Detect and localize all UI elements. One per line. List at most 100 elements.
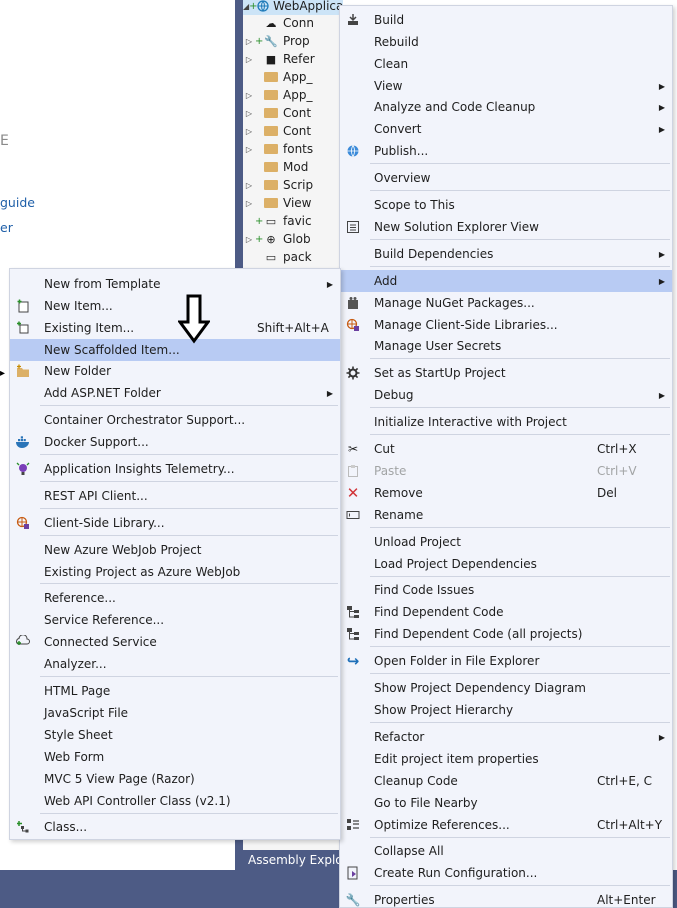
- menu-item-add[interactable]: Add ▶: [340, 270, 672, 292]
- menu-separator: [40, 454, 338, 455]
- menu-item-project-hierarchy[interactable]: Show Project Hierarchy: [340, 699, 672, 721]
- menu-item-rebuild[interactable]: Rebuild: [340, 31, 672, 53]
- menu-item-add-aspnet-folder[interactable]: Add ASP.NET Folder ▶: [10, 382, 340, 404]
- globe-icon: [344, 142, 362, 160]
- menu-item-rest-api-client[interactable]: REST API Client...: [10, 485, 340, 507]
- menu-item-initialize-interactive[interactable]: Initialize Interactive with Project: [340, 411, 672, 433]
- se-row-folder[interactable]: ▷ fonts: [243, 140, 343, 158]
- folder-icon: [263, 70, 279, 84]
- menu-item-view[interactable]: View ▶: [340, 75, 672, 97]
- menu-item-new-solution-explorer-view[interactable]: New Solution Explorer View: [340, 216, 672, 238]
- menu-item-style-sheet[interactable]: Style Sheet: [10, 724, 340, 746]
- menu-item-paste[interactable]: Paste Ctrl+V: [340, 460, 672, 482]
- se-row-folder[interactable]: ▷ View: [243, 194, 343, 212]
- menu-item-build-dependencies[interactable]: Build Dependencies ▶: [340, 243, 672, 265]
- menu-item-find-dependent-code[interactable]: Find Dependent Code: [340, 601, 672, 623]
- menu-item-publish[interactable]: Publish...: [340, 140, 672, 162]
- submenu-arrow-icon: ▶: [658, 81, 665, 91]
- se-row-label: favic: [283, 214, 312, 228]
- menu-item-build[interactable]: Build: [340, 9, 672, 31]
- se-row-project[interactable]: ◢+ WebApplication1: [243, 0, 343, 15]
- menu-item-manage-client-libraries[interactable]: Manage Client-Side Libraries...: [340, 314, 672, 336]
- build-icon: [344, 11, 362, 29]
- se-row-folder[interactable]: Mod: [243, 158, 343, 176]
- menu-item-client-side-library[interactable]: Client-Side Library...: [10, 512, 340, 534]
- se-row-folder[interactable]: ▷ App_: [243, 86, 343, 104]
- doc-link-er[interactable]: er: [0, 220, 13, 235]
- menu-item-manage-nuget[interactable]: Manage NuGet Packages...: [340, 292, 672, 314]
- menu-item-collapse-all[interactable]: Collapse All: [340, 840, 672, 862]
- menu-item-web-form[interactable]: Web Form: [10, 746, 340, 768]
- menu-item-convert[interactable]: Convert ▶: [340, 118, 672, 140]
- menu-item-cleanup-code[interactable]: Cleanup Code Ctrl+E, C: [340, 770, 672, 792]
- menu-item-analyze[interactable]: Analyze and Code Cleanup ▶: [340, 96, 672, 118]
- menu-item-new-scaffolded-item[interactable]: New Scaffolded Item...: [10, 339, 340, 361]
- wrench-icon: 🔧: [345, 893, 361, 907]
- expand-arrow-icon[interactable]: ▷: [243, 181, 255, 190]
- menu-item-edit-properties[interactable]: Edit project item properties: [340, 748, 672, 770]
- menu-item-class[interactable]: Class...: [10, 816, 340, 838]
- menu-item-html-page[interactable]: HTML Page: [10, 680, 340, 702]
- menu-item-mvc-view-page[interactable]: MVC 5 View Page (Razor): [10, 768, 340, 790]
- doc-link-guide[interactable]: guide: [0, 195, 35, 210]
- se-row-file[interactable]: + ▭ favic: [243, 212, 343, 230]
- menu-item-cut[interactable]: ✂ Cut Ctrl+X: [340, 438, 672, 460]
- menu-item-set-startup[interactable]: Set as StartUp Project: [340, 362, 672, 384]
- menu-item-existing-azure-webjob[interactable]: Existing Project as Azure WebJob: [10, 561, 340, 583]
- se-row-file[interactable]: ▷ + ⊕ Glob: [243, 230, 343, 248]
- menu-item-connected-service[interactable]: Connected Service: [10, 631, 340, 653]
- expand-arrow-icon[interactable]: ▷: [243, 109, 255, 118]
- menu-item-dependency-diagram[interactable]: Show Project Dependency Diagram: [340, 677, 672, 699]
- menu-item-refactor[interactable]: Refactor ▶: [340, 726, 672, 748]
- run-configuration-icon: [344, 864, 362, 882]
- menu-item-container-orchestrator[interactable]: Container Orchestrator Support...: [10, 409, 340, 431]
- se-row-properties[interactable]: ▷ + 🔧 Prop: [243, 32, 343, 50]
- menu-item-overview[interactable]: Overview: [340, 167, 672, 189]
- menu-item-load-dependencies[interactable]: Load Project Dependencies: [340, 553, 672, 575]
- menu-item-go-to-file-nearby[interactable]: Go to File Nearby: [340, 792, 672, 814]
- menu-item-create-run-configuration[interactable]: Create Run Configuration...: [340, 862, 672, 884]
- menu-item-application-insights[interactable]: Application Insights Telemetry...: [10, 458, 340, 480]
- menu-item-debug[interactable]: Debug ▶: [340, 384, 672, 406]
- menu-item-javascript-file[interactable]: JavaScript File: [10, 702, 340, 724]
- menu-item-new-azure-webjob[interactable]: New Azure WebJob Project: [10, 539, 340, 561]
- expand-arrow-icon[interactable]: ▷: [243, 145, 255, 154]
- menu-item-new-folder[interactable]: New Folder: [10, 360, 340, 382]
- menu-item-clean[interactable]: Clean: [340, 53, 672, 75]
- se-row-folder[interactable]: ▷ Cont: [243, 104, 343, 122]
- se-row-references[interactable]: ▷ ■ Refer: [243, 50, 343, 68]
- menu-item-remove[interactable]: ✕ Remove Del: [340, 482, 672, 504]
- menu-item-analyzer[interactable]: Analyzer...: [10, 653, 340, 675]
- menu-item-find-dependent-code-all[interactable]: Find Dependent Code (all projects): [340, 623, 672, 645]
- menu-item-open-folder[interactable]: ↪ Open Folder in File Explorer: [340, 650, 672, 672]
- menu-item-web-api-controller[interactable]: Web API Controller Class (v2.1): [10, 790, 340, 812]
- menu-separator: [40, 508, 338, 509]
- se-row-label: App_: [283, 70, 313, 84]
- menu-item-manage-user-secrets[interactable]: Manage User Secrets: [340, 335, 672, 357]
- menu-item-new-from-template[interactable]: New from Template ▶: [10, 273, 340, 295]
- menu-item-reference[interactable]: Reference...: [10, 587, 340, 609]
- menu-item-rename[interactable]: Rename: [340, 504, 672, 526]
- expand-arrow-icon[interactable]: ▷: [243, 55, 255, 64]
- menu-item-properties[interactable]: 🔧 Properties Alt+Enter: [340, 889, 672, 908]
- se-row-file[interactable]: ▭ pack: [243, 248, 343, 266]
- se-row-folder[interactable]: ▷ Cont: [243, 122, 343, 140]
- se-row-folder[interactable]: App_: [243, 68, 343, 86]
- tab-assembly-explorer[interactable]: Assembly Explorer: [243, 850, 343, 870]
- menu-item-scope-to-this[interactable]: Scope to This: [340, 194, 672, 216]
- menu-item-existing-item[interactable]: Existing Item... Shift+Alt+A: [10, 317, 340, 339]
- menu-item-service-reference[interactable]: Service Reference...: [10, 609, 340, 631]
- expand-arrow-icon[interactable]: ▷: [243, 235, 255, 244]
- se-row-connected[interactable]: ☁ Conn: [243, 14, 343, 32]
- menu-item-unload-project[interactable]: Unload Project: [340, 531, 672, 553]
- se-row-folder[interactable]: ▷ Scrip: [243, 176, 343, 194]
- menu-item-optimize-references[interactable]: Optimize References... Ctrl+Alt+Y: [340, 814, 672, 836]
- menu-item-find-code-issues[interactable]: Find Code Issues: [340, 579, 672, 601]
- menu-item-docker-support[interactable]: Docker Support...: [10, 431, 340, 453]
- expand-arrow-icon[interactable]: ▷: [243, 199, 255, 208]
- expand-arrow-icon[interactable]: ▷: [243, 37, 255, 46]
- menu-item-new-item[interactable]: New Item...: [10, 295, 340, 317]
- se-row-label: Scrip: [283, 178, 314, 192]
- expand-arrow-icon[interactable]: ▷: [243, 127, 255, 136]
- expand-arrow-icon[interactable]: ▷: [243, 91, 255, 100]
